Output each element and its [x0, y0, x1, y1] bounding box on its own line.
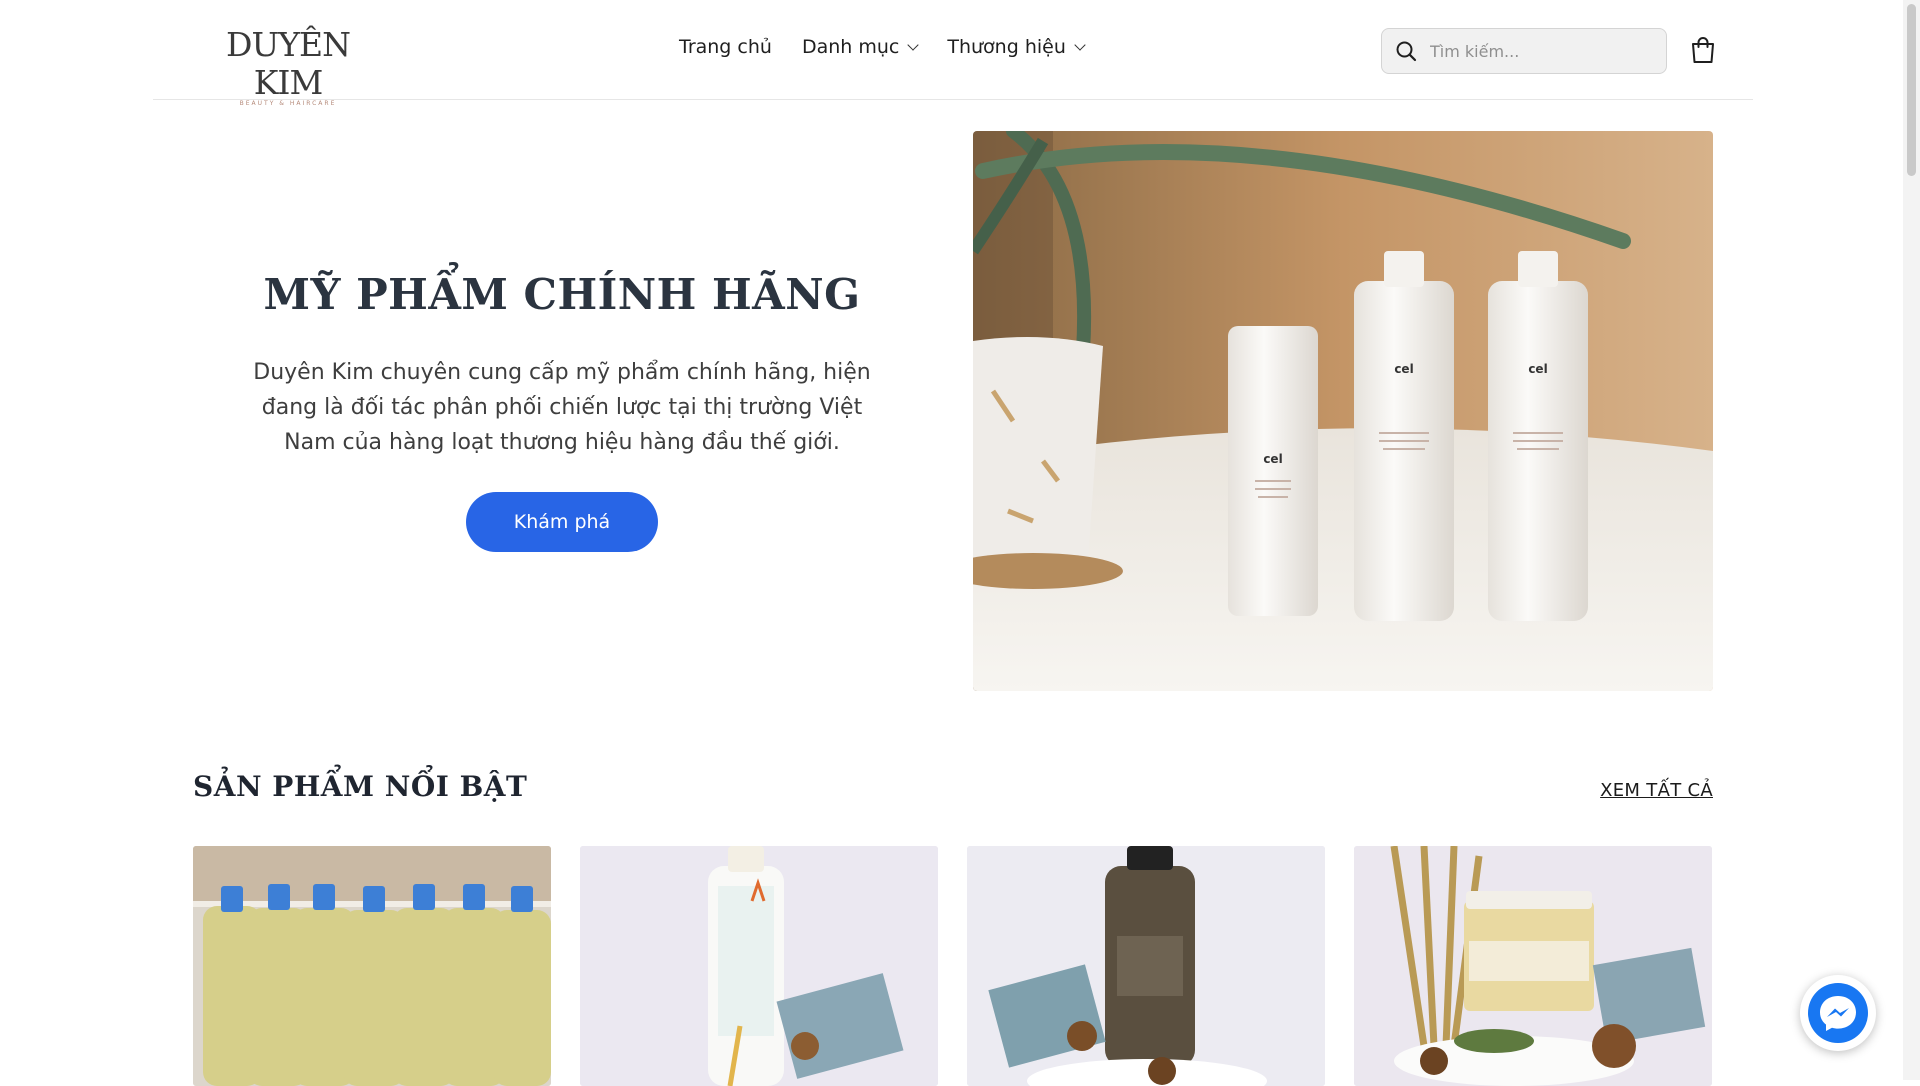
messenger-icon	[1808, 983, 1868, 1043]
product-card[interactable]	[967, 846, 1325, 1086]
hero-title: MỸ PHẨM CHÍNH HÃNG	[263, 270, 861, 319]
shopping-bag-icon[interactable]	[1690, 36, 1716, 64]
main-nav: Trang chủ Danh mục Thương hiệu	[679, 36, 1086, 58]
nav-item-categories[interactable]: Danh mục	[801, 36, 920, 58]
hero-product-photo: cel cel cel	[973, 131, 1713, 691]
nav-item-label: Danh mục	[801, 36, 900, 58]
product-card[interactable]	[580, 846, 938, 1086]
search-icon[interactable]	[1395, 40, 1417, 62]
product-image	[580, 846, 938, 1086]
logo-tagline: BEAUTY & HAIRCARE	[239, 100, 337, 107]
product-card[interactable]	[1354, 846, 1712, 1086]
hero-text: MỸ PHẨM CHÍNH HÃNG Duyên Kim chuyên cung…	[230, 270, 894, 552]
chevron-down-icon	[907, 38, 920, 51]
bottle-label: cel	[1394, 362, 1413, 376]
explore-button[interactable]: Khám phá	[466, 492, 658, 552]
scrollbar-thumb[interactable]	[1907, 4, 1916, 176]
product-image	[193, 846, 551, 1086]
view-all-link[interactable]: XEM TẤT CẢ	[1600, 780, 1713, 801]
nav-item-home[interactable]: Trang chủ	[679, 36, 772, 58]
product-card[interactable]	[193, 846, 551, 1086]
nav-item-label: Thương hiệu	[947, 36, 1066, 58]
bottle-label: cel	[1528, 362, 1547, 376]
site-header: DUYÊN KIM BEAUTY & HAIRCARE Trang chủ Da…	[153, 0, 1753, 107]
messenger-chat-button[interactable]	[1800, 975, 1876, 1051]
logo-text: DUYÊN KIM	[225, 25, 351, 102]
nav-item-brands[interactable]: Thương hiệu	[947, 36, 1086, 58]
site-logo[interactable]: DUYÊN KIM BEAUTY & HAIRCARE	[198, 25, 378, 108]
page-scrollbar[interactable]	[1903, 0, 1920, 1080]
product-image	[967, 846, 1325, 1086]
nav-item-label: Trang chủ	[679, 36, 772, 58]
hero-description: Duyên Kim chuyên cung cấp mỹ phẩm chính …	[253, 360, 871, 455]
search-input[interactable]	[1428, 33, 1656, 69]
hero-image: cel cel cel	[973, 131, 1713, 691]
product-list	[193, 846, 1712, 1086]
bottle-label: cel	[1263, 452, 1282, 466]
featured-title: SẢN PHẨM NỔI BẬT	[193, 770, 528, 803]
search-box	[1381, 28, 1667, 74]
product-image	[1354, 846, 1712, 1086]
chevron-down-icon	[1074, 38, 1086, 51]
